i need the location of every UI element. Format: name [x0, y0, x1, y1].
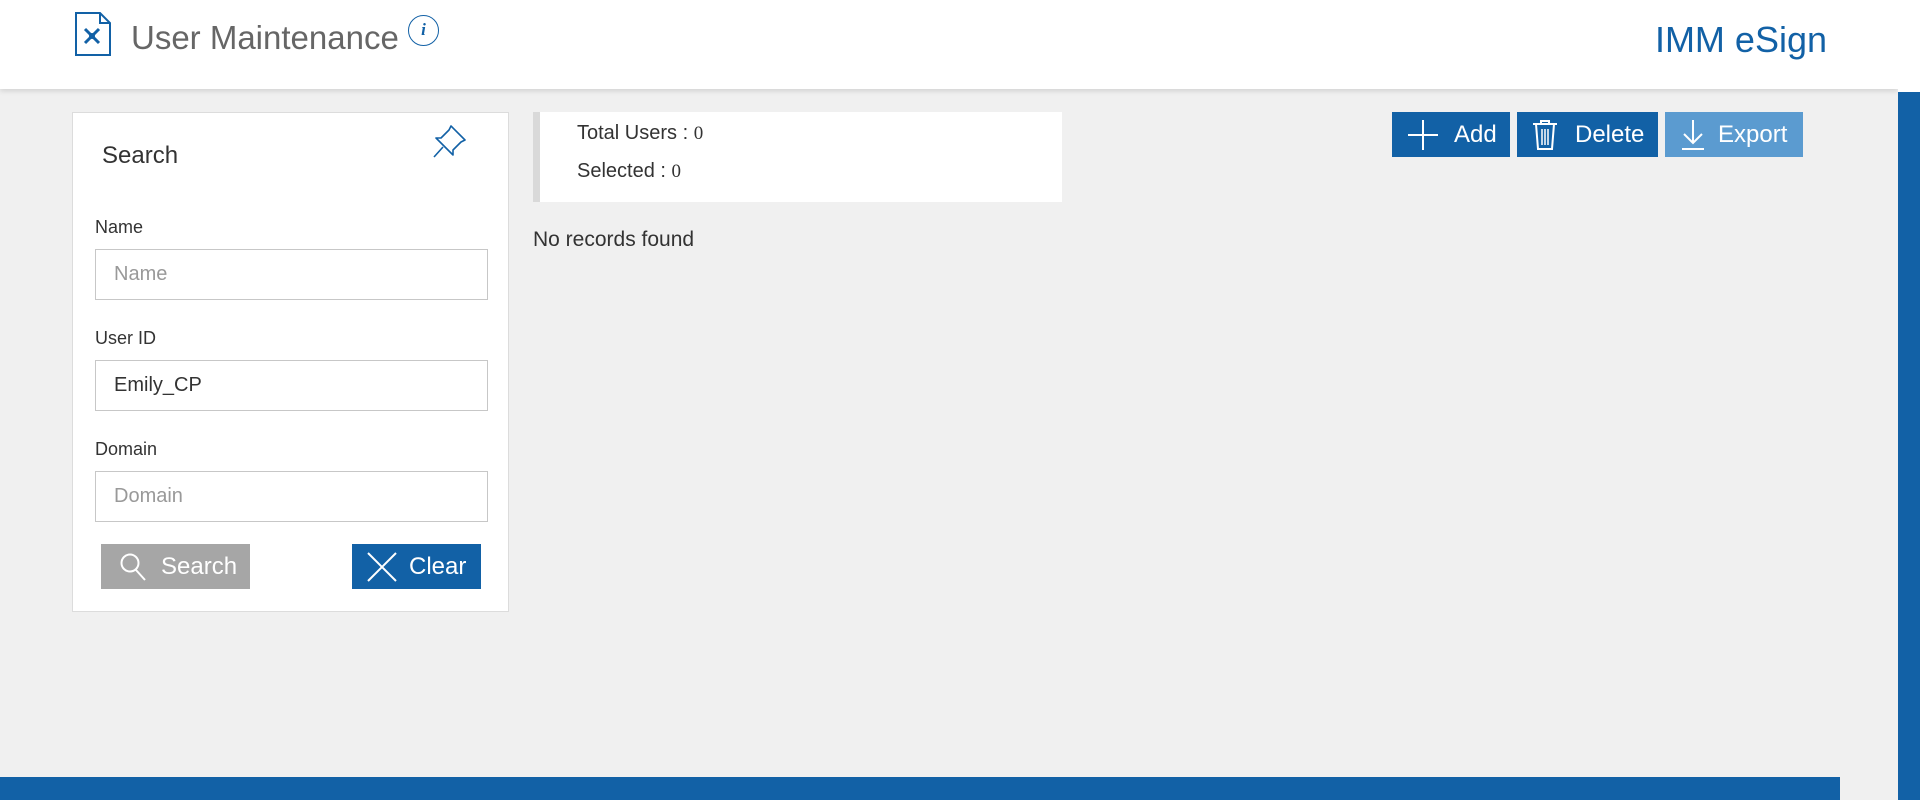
add-button[interactable]: Add [1392, 112, 1510, 157]
domain-label: Domain [95, 439, 158, 459]
search-panel-title: Search [102, 142, 179, 169]
no-records-message: No records found [533, 228, 695, 251]
brand-name: IMM eSign [1654, 19, 1827, 60]
page-header: User Maintenance i IMM eSign [0, 0, 1898, 89]
selected-label: Selected : [577, 160, 666, 182]
right-edge-bar [1898, 92, 1920, 800]
export-button[interactable]: Export [1665, 112, 1803, 157]
delete-button[interactable]: Delete [1517, 112, 1658, 157]
plus-icon [1407, 119, 1439, 151]
search-button[interactable]: Search [101, 544, 250, 589]
total-users-value: 0 [693, 123, 704, 144]
selected-value: 0 [671, 161, 682, 182]
total-users-label: Total Users : [577, 122, 689, 144]
right-edge-top [1898, 0, 1920, 92]
close-icon [365, 551, 399, 583]
search-icon [117, 552, 149, 582]
clear-button-label: Clear [409, 552, 467, 580]
user-id-label: User ID [95, 328, 157, 348]
total-users: Total Users : 0 [577, 122, 703, 145]
add-button-label: Add [1454, 120, 1497, 148]
page-title: User Maintenance [131, 19, 399, 56]
user-id-input[interactable] [95, 360, 488, 411]
search-button-label: Search [161, 552, 238, 580]
delete-button-label: Delete [1575, 120, 1645, 148]
domain-input[interactable] [95, 471, 488, 522]
search-panel: Search Name User ID Domain Search Clear [72, 112, 509, 612]
summary-box: Total Users : 0 Selected : 0 [533, 112, 1062, 202]
document-tools-icon [74, 11, 112, 62]
selected-count: Selected : 0 [577, 160, 681, 183]
info-icon[interactable]: i [408, 15, 439, 46]
footer-bar [0, 777, 1840, 800]
trash-icon [1531, 119, 1559, 151]
export-button-label: Export [1718, 120, 1788, 148]
name-input[interactable] [95, 249, 488, 300]
name-label: Name [95, 217, 144, 237]
download-icon [1680, 119, 1706, 151]
pin-icon[interactable] [431, 122, 469, 165]
clear-button[interactable]: Clear [352, 544, 481, 589]
